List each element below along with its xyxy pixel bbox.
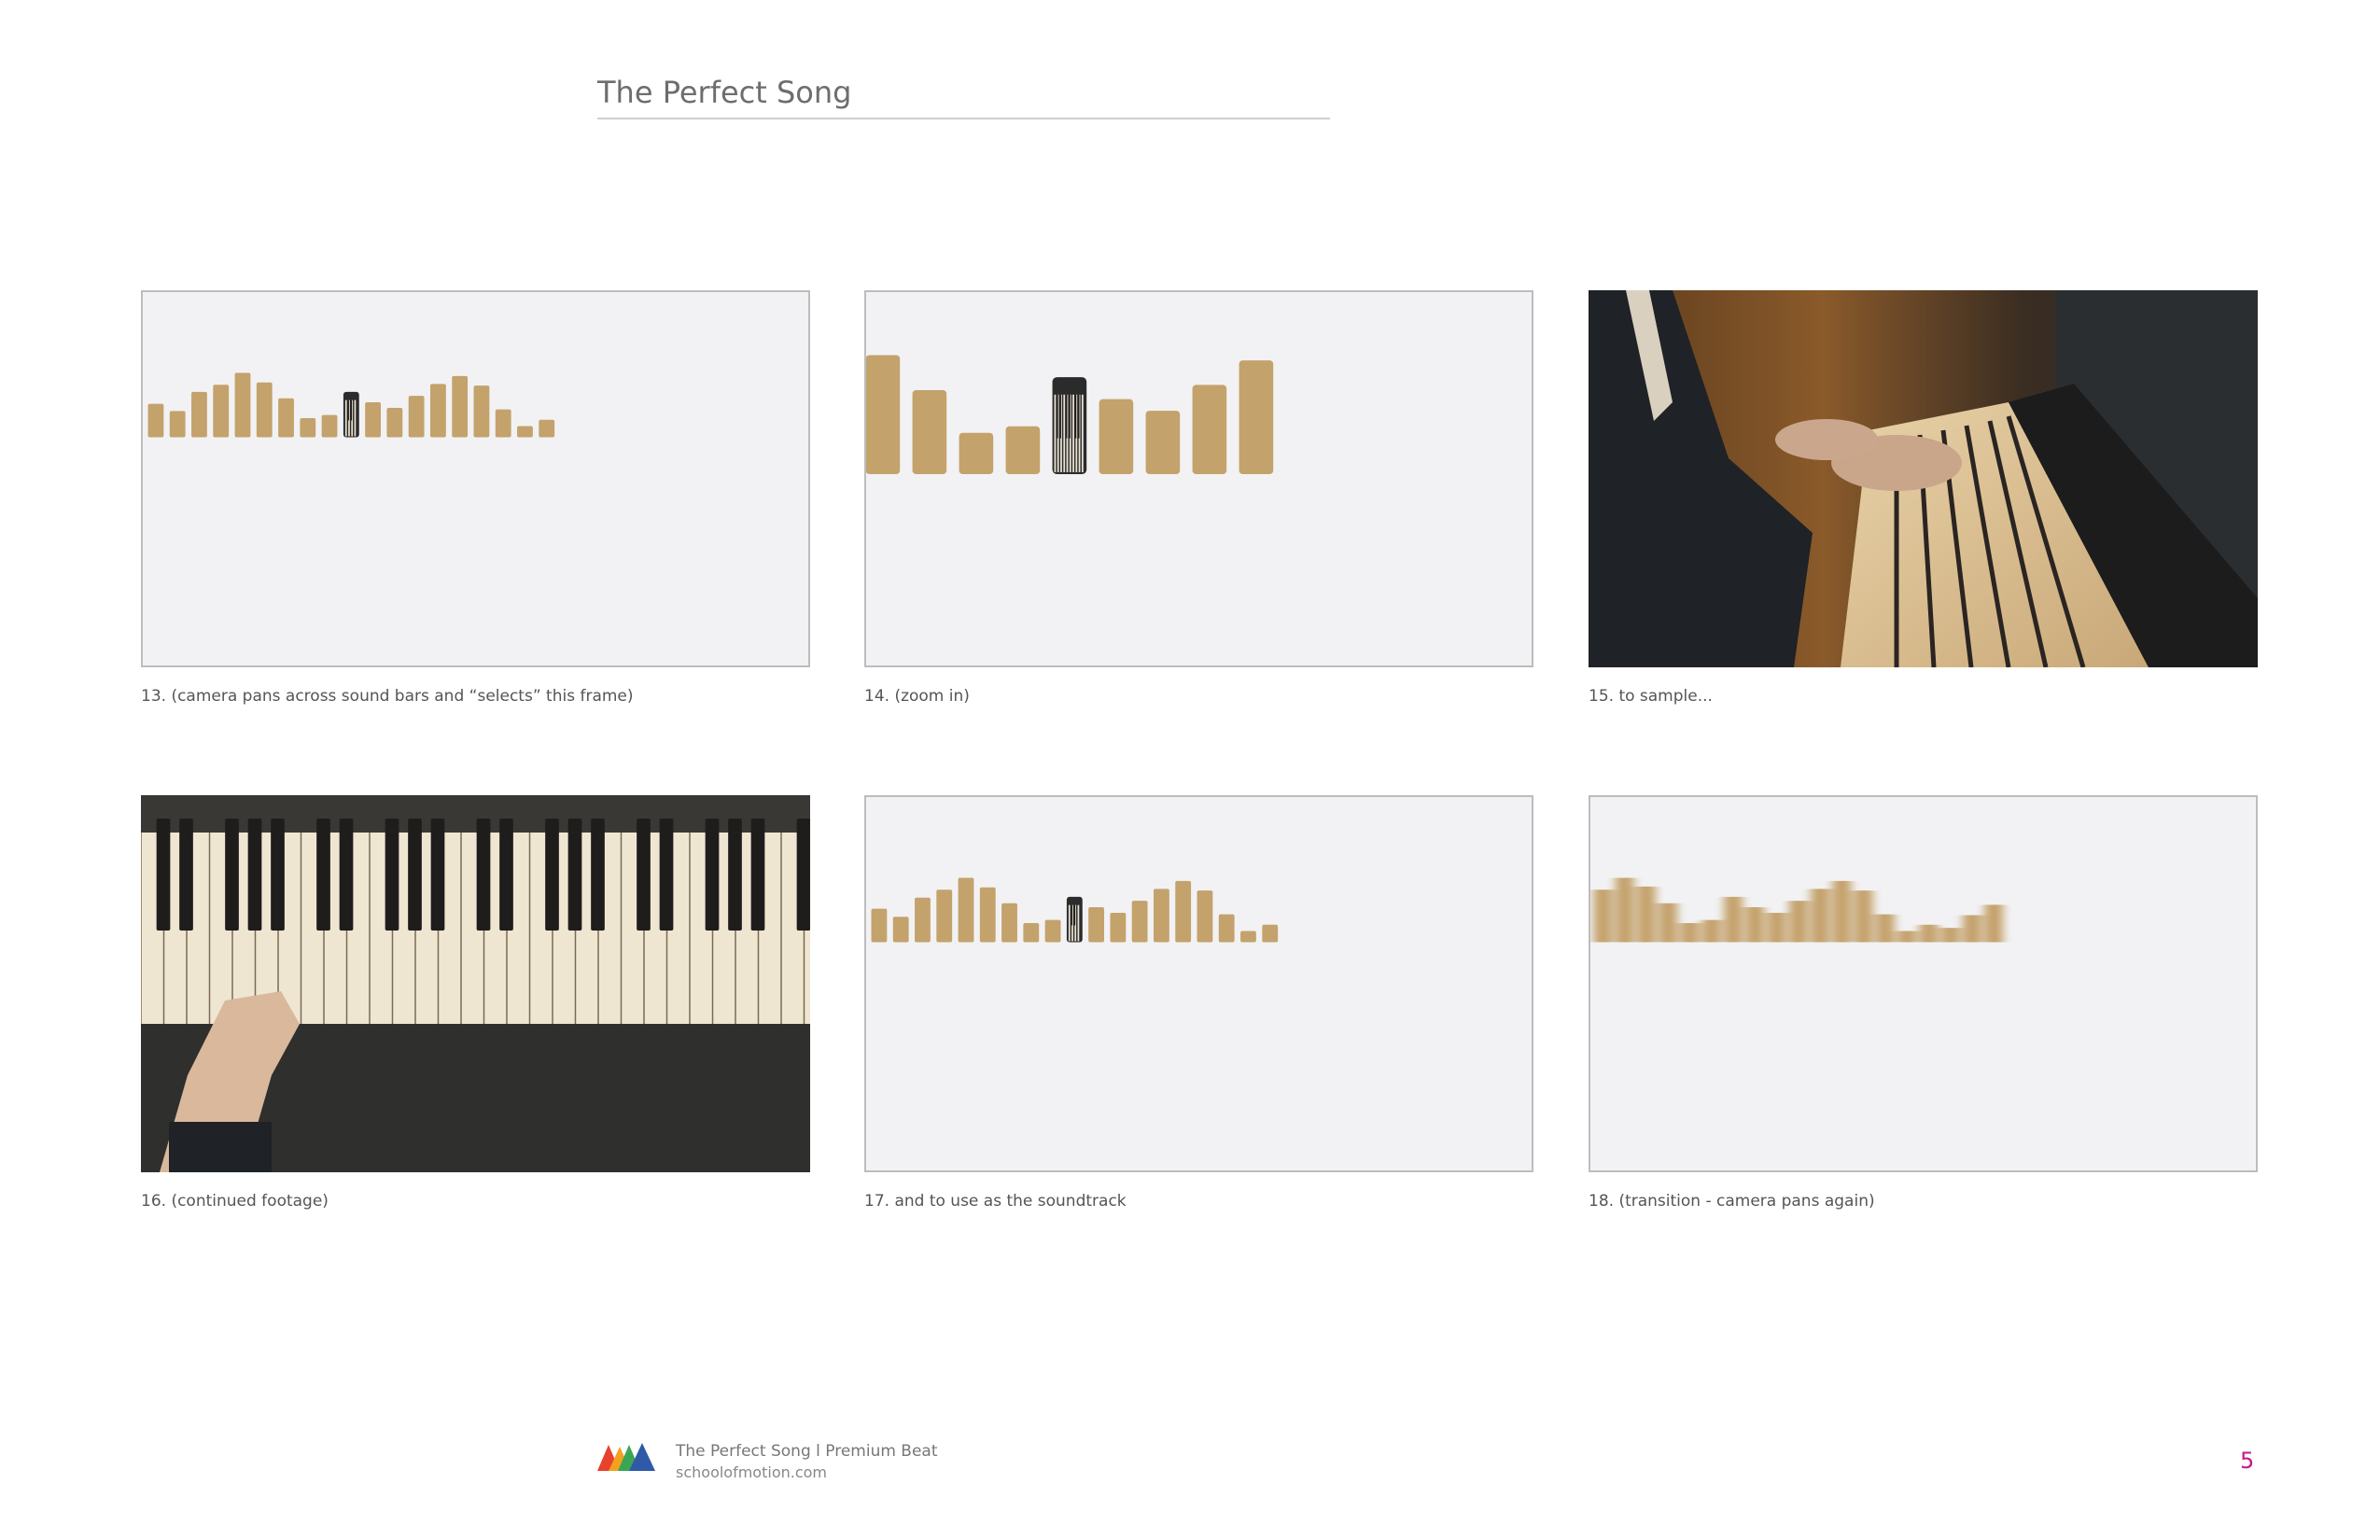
- storyboard-frame-17: [864, 795, 1533, 1172]
- caption-14: 14. (zoom in): [864, 687, 970, 706]
- caption-17: 17. and to use as the soundtrack: [864, 1192, 1127, 1211]
- sound-bar: [495, 409, 511, 438]
- sound-bar: [386, 407, 403, 438]
- sound-bar: [1637, 886, 1656, 943]
- sound-bar: [147, 403, 164, 438]
- page-number: 5: [2240, 1448, 2255, 1474]
- sound-bars-14: [866, 355, 1274, 475]
- sound-bar: [1593, 889, 1613, 943]
- sound-bar: [1832, 880, 1852, 943]
- sound-bar: [429, 384, 446, 438]
- sound-bar: [1218, 914, 1235, 943]
- sound-bar: [1659, 903, 1678, 943]
- selected-bar-piano: [1052, 377, 1087, 475]
- sound-bar: [234, 372, 251, 438]
- sound-bar: [1239, 360, 1274, 475]
- sound-bar: [866, 355, 901, 475]
- sound-bar: [213, 385, 230, 438]
- sound-bar: [1724, 896, 1743, 943]
- sound-bar: [1745, 906, 1765, 943]
- sound-bar: [539, 419, 555, 438]
- sound-bar: [871, 908, 888, 943]
- sound-bar: [958, 877, 974, 943]
- sound-bar: [915, 897, 931, 943]
- sound-bar: [1192, 385, 1227, 475]
- sound-bars-13: [147, 372, 555, 438]
- sound-bar: [1131, 901, 1148, 943]
- school-of-motion-logo-icon: [597, 1443, 655, 1471]
- sound-bar: [1897, 931, 1917, 943]
- storyboard-frame-18: [1589, 795, 2258, 1172]
- selected-bar-piano: [343, 391, 359, 438]
- sound-bar: [959, 432, 994, 475]
- sound-bar: [1044, 919, 1061, 943]
- caption-16: 16. (continued footage): [141, 1192, 329, 1211]
- sound-bar: [1001, 903, 1017, 943]
- sound-bar: [1854, 890, 1873, 943]
- sound-bar: [1767, 912, 1786, 943]
- sound-bar: [1940, 928, 1960, 943]
- storyboard-frame-15: [1589, 290, 2258, 667]
- sound-bar: [1876, 914, 1895, 943]
- sound-bar: [1984, 904, 2004, 943]
- sound-bar: [1153, 889, 1169, 943]
- sound-bar: [256, 382, 273, 438]
- pianist-photo: [1589, 290, 2258, 667]
- sound-bar: [1110, 912, 1127, 943]
- sound-bar: [1145, 411, 1181, 475]
- sound-bar: [1615, 877, 1634, 943]
- sound-bar: [1240, 931, 1256, 943]
- sound-bar: [1680, 923, 1700, 943]
- sound-bars-17: [871, 877, 1279, 943]
- sound-bar: [517, 426, 533, 438]
- sound-bar: [1788, 901, 1808, 943]
- storyboard-frame-16: [141, 795, 810, 1172]
- sound-bar: [473, 385, 490, 438]
- sound-bars-18-blurred: [1593, 877, 2004, 943]
- sound-bar: [892, 917, 909, 943]
- sound-bar: [1005, 426, 1041, 475]
- sound-bar: [936, 889, 953, 943]
- keyboard-photo: [141, 795, 810, 1172]
- page-title: The Perfect Song: [597, 75, 852, 110]
- sound-bar: [321, 414, 338, 438]
- sound-bar: [1023, 923, 1040, 943]
- caption-15: 15. to sample...: [1589, 687, 1713, 706]
- sound-bar: [408, 396, 425, 438]
- sound-bar: [1262, 924, 1279, 943]
- sound-bar: [1197, 890, 1213, 943]
- footer-url: schoolofmotion.com: [676, 1463, 827, 1481]
- sound-bar: [365, 401, 382, 438]
- sound-bar: [1811, 889, 1830, 943]
- sound-bar: [452, 375, 469, 438]
- sound-bar: [1088, 906, 1105, 943]
- sound-bar: [300, 418, 316, 438]
- sound-bar: [191, 391, 207, 438]
- caption-13: 13. (camera pans across sound bars and “…: [141, 687, 634, 706]
- sound-bar: [1099, 399, 1134, 475]
- sound-bar: [1919, 924, 1939, 943]
- storyboard-frame-13: [141, 290, 810, 667]
- title-divider: [597, 118, 1330, 119]
- storyboard-frame-14: [864, 290, 1533, 667]
- footer-title: The Perfect Song l Premium Beat: [676, 1442, 938, 1461]
- sound-bar: [979, 887, 996, 943]
- sound-bar: [1175, 880, 1192, 943]
- sound-bar: [169, 411, 186, 438]
- sound-bar: [1963, 915, 1981, 943]
- caption-18: 18. (transition - camera pans again): [1589, 1192, 1875, 1211]
- selected-bar-piano: [1066, 896, 1083, 943]
- sound-bar: [1701, 919, 1721, 943]
- sound-bar: [912, 389, 947, 475]
- sound-bar: [278, 398, 294, 438]
